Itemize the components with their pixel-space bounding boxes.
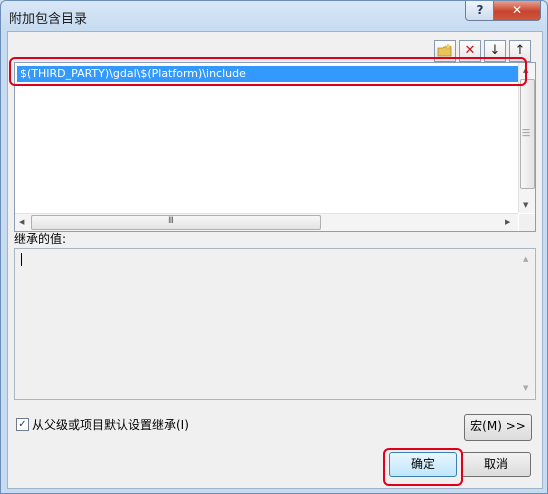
dialog-window: 附加包含目录 ? ✕ ✕ ↓ ↑ $(THIRD_PARTY)\gdal\$(P… xyxy=(0,0,548,494)
scroll-corner xyxy=(519,214,535,231)
horizontal-scrollbar[interactable]: ◀ III ▶ xyxy=(15,213,518,231)
inherited-values-label: 继承的值: xyxy=(14,232,67,246)
move-up-button[interactable]: ↑ xyxy=(509,40,531,62)
cancel-button[interactable]: 取消 xyxy=(461,452,531,477)
vertical-scrollbar[interactable]: ▲ — — — ▼ xyxy=(518,63,535,213)
ok-button[interactable]: 确定 xyxy=(389,452,457,477)
new-line-button[interactable] xyxy=(434,40,456,62)
close-icon: ✕ xyxy=(511,3,523,17)
help-button[interactable]: ? xyxy=(465,1,495,21)
help-icon: ? xyxy=(476,3,484,17)
dialog-body: ✕ ↓ ↑ $(THIRD_PARTY)\gdal\$(Platform)\in… xyxy=(7,31,543,489)
horizontal-scroll-thumb[interactable]: III xyxy=(31,215,321,230)
macros-button[interactable]: 宏(M) >> xyxy=(464,414,532,441)
check-mark-icon: ✓ xyxy=(18,419,27,430)
scroll-left-icon[interactable]: ◀ xyxy=(19,217,24,227)
window-title: 附加包含目录 xyxy=(9,12,88,27)
directory-list[interactable]: $(THIRD_PARTY)\gdal\$(Platform)\include … xyxy=(14,62,536,232)
close-button[interactable]: ✕ xyxy=(493,1,541,21)
move-down-button[interactable]: ↓ xyxy=(484,40,506,62)
horizontal-grip-icon: III xyxy=(168,216,174,226)
arrow-down-icon: ↓ xyxy=(489,43,501,58)
arrow-up-icon: ↑ xyxy=(514,43,526,58)
inherited-scroll-down-icon[interactable]: ▼ xyxy=(523,383,528,393)
inherit-checkbox[interactable]: ✓ xyxy=(16,418,29,431)
folder-icon xyxy=(437,43,452,57)
text-caret xyxy=(21,253,22,266)
vertical-grip-icon: — — — xyxy=(522,125,530,140)
inherited-scroll-up-icon[interactable]: ▲ xyxy=(523,254,528,264)
title-bar[interactable]: 附加包含目录 ? ✕ xyxy=(1,1,547,31)
scroll-up-icon[interactable]: ▲ xyxy=(523,65,528,75)
delete-icon: ✕ xyxy=(464,43,476,58)
delete-button[interactable]: ✕ xyxy=(459,40,481,62)
inherited-values-box[interactable]: ▲ ▼ xyxy=(14,248,536,400)
vertical-scroll-thumb[interactable]: — — — xyxy=(520,79,535,189)
list-item[interactable]: $(THIRD_PARTY)\gdal\$(Platform)\include xyxy=(17,66,520,82)
scroll-right-icon[interactable]: ▶ xyxy=(505,217,510,227)
inherit-checkbox-label[interactable]: 从父级或项目默认设置继承(I) xyxy=(32,416,189,433)
scroll-down-icon[interactable]: ▼ xyxy=(523,200,528,210)
